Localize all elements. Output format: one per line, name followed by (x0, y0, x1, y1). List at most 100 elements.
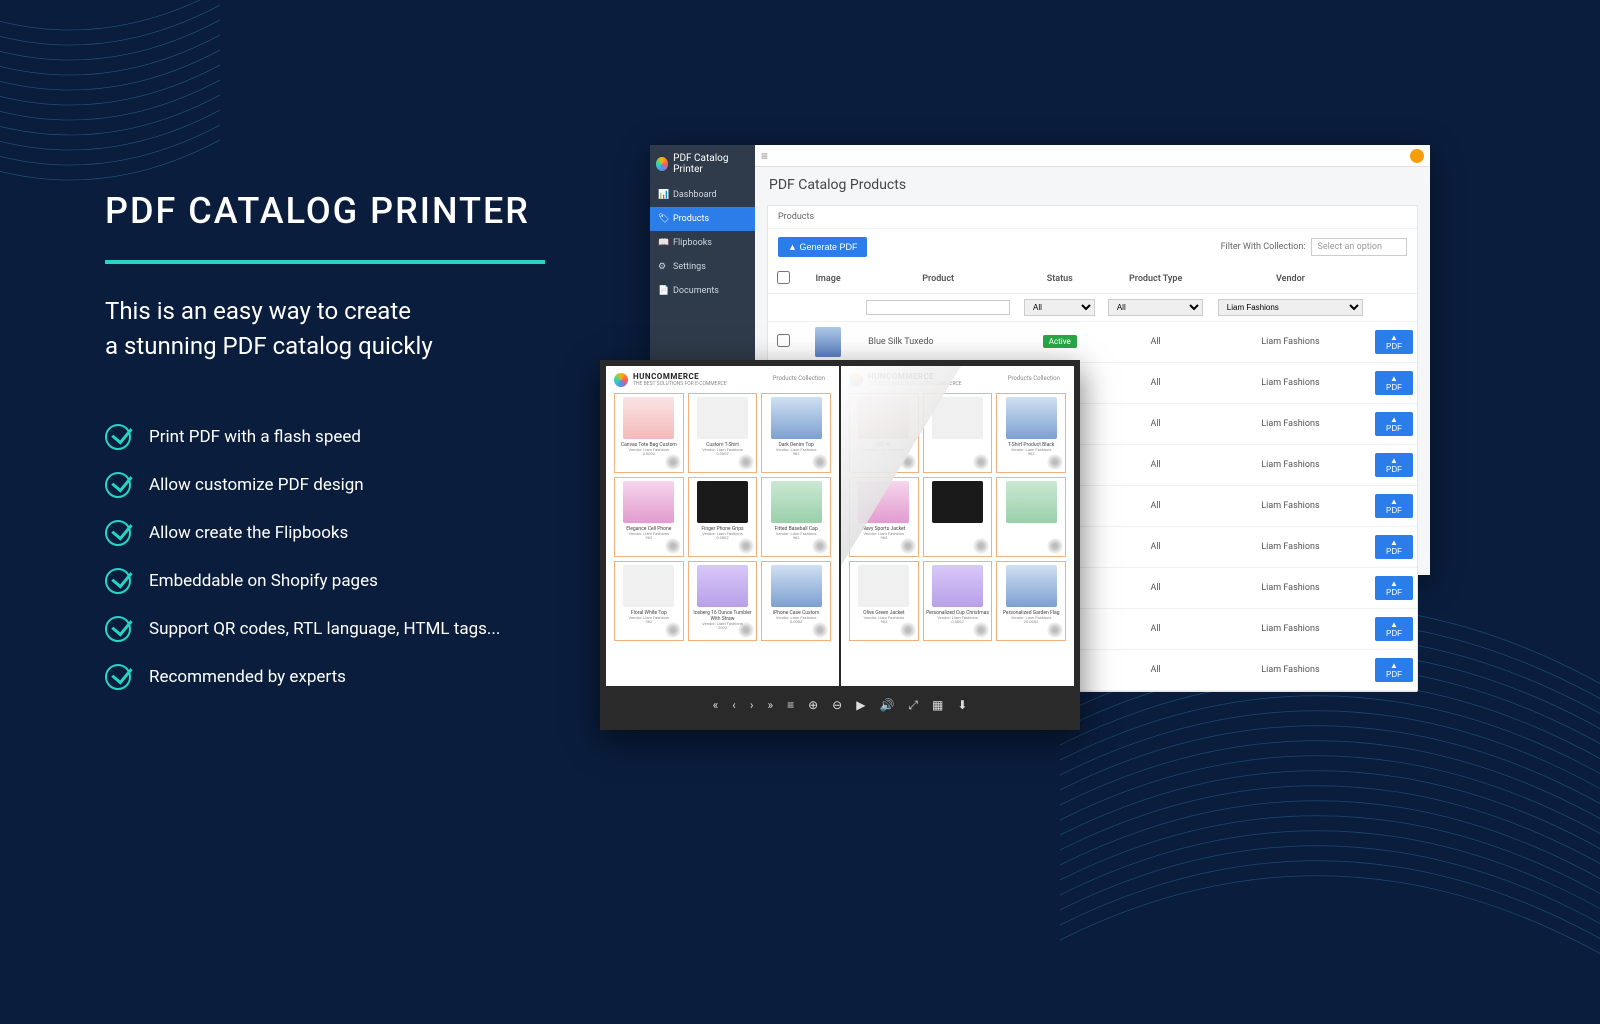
next-icon[interactable]: › (750, 698, 754, 712)
product-type: All (1101, 404, 1210, 445)
sidebar-icon: 🏷 (658, 214, 668, 224)
flipbook-logo-icon (614, 373, 628, 387)
feature-list: Print PDF with a flash speedAllow custom… (105, 424, 605, 690)
zoom-out-icon[interactable]: ⊖ (832, 698, 842, 712)
app-brand-text: PDF Catalog Printer (673, 153, 749, 175)
row-pdf-button[interactable]: ▲ PDF (1375, 617, 1413, 641)
flipbook-left-page: HUNCOMMERCE THE BEST SOLUTIONS FOR E-COM… (606, 366, 839, 686)
feature-text: Allow create the Flipbooks (149, 523, 348, 543)
flipbook-product-image (623, 397, 674, 439)
flipbook-product-card (923, 477, 993, 557)
product-vendor: Liam Fashions (1210, 404, 1371, 445)
filter-label: Filter With Collection: (1221, 242, 1306, 252)
prev-icon[interactable]: ‹ (732, 698, 736, 712)
check-icon (105, 520, 131, 546)
flipbook-product-image (1006, 481, 1057, 523)
flipbook-product-image (697, 397, 748, 439)
first-icon[interactable]: « (713, 698, 719, 712)
toc-icon[interactable]: ≡ (787, 698, 794, 712)
row-pdf-button[interactable]: ▲ PDF (1375, 453, 1413, 477)
sidebar-item-documents[interactable]: 📄Documents (650, 279, 755, 303)
product-vendor: Liam Fashions (1210, 445, 1371, 486)
flipbook-product-image (623, 565, 674, 607)
feature-text: Embeddable on Shopify pages (149, 571, 378, 591)
flipbook-product-card: T-Shirt Product BlackVendor: Liam Fashio… (996, 393, 1066, 473)
flipbook-product-card: Personalized Cup ChristmasVendor: Liam F… (923, 561, 993, 641)
product-type: All (1101, 568, 1210, 609)
row-pdf-button[interactable]: ▲ PDF (1375, 576, 1413, 600)
flipbook-product-card: Finger Phone GripsVendor: Liam Fashions0… (688, 477, 758, 557)
product-vendor: Liam Fashions (1210, 527, 1371, 568)
select-all-checkbox[interactable] (777, 271, 790, 284)
feature-item: Recommended by experts (105, 664, 605, 690)
flipbook-product-card: Custom T-ShirtVendor: Liam Fashions0.000… (688, 393, 758, 473)
feature-text: Print PDF with a flash speed (149, 427, 361, 447)
product-type: All (1101, 322, 1210, 363)
flipbook-product-image (858, 565, 909, 607)
sidebar-icon: 📖 (658, 238, 668, 248)
flipbook-product-card: iPhone Case CustomVendor: Liam Fashions0… (761, 561, 831, 641)
row-pdf-button[interactable]: ▲ PDF (1375, 330, 1413, 354)
feature-text: Recommended by experts (149, 667, 346, 687)
vendor-filter-select[interactable]: Liam Fashions (1218, 299, 1363, 316)
flipbook-product-image (623, 481, 674, 523)
row-pdf-button[interactable]: ▲ PDF (1375, 494, 1413, 518)
sidebar-brand: PDF Catalog Printer (650, 145, 755, 183)
row-pdf-button[interactable]: ▲ PDF (1375, 658, 1413, 682)
product-filter-input[interactable] (866, 300, 1010, 315)
product-thumbnail (815, 327, 841, 357)
sidebar-item-dashboard[interactable]: 📊Dashboard (650, 183, 755, 207)
fullscreen-icon[interactable]: ⤢ (908, 698, 918, 713)
heading-divider (105, 260, 545, 264)
sound-icon[interactable]: 🔊 (879, 698, 894, 712)
product-vendor: Liam Fashions (1210, 568, 1371, 609)
status-filter-select[interactable]: All (1024, 299, 1095, 316)
hamburger-icon[interactable]: ≡ (761, 149, 768, 163)
flipbook-product-image (932, 481, 983, 523)
sidebar-item-settings[interactable]: ⚙Settings (650, 255, 755, 279)
zoom-in-icon[interactable]: ⊕ (808, 698, 818, 712)
row-pdf-button[interactable]: ▲ PDF (1375, 535, 1413, 559)
collection-filter-select[interactable]: Select an option (1311, 238, 1408, 256)
product-type: All (1101, 486, 1210, 527)
product-vendor: Liam Fashions (1210, 609, 1371, 650)
flipbook-product-image (771, 397, 822, 439)
page-title: PDF Catalog Products (755, 167, 1430, 199)
play-icon[interactable]: ▶ (856, 698, 865, 712)
flipbook-product-card: Olive Green JacketVendor: Liam Fashions9… (849, 561, 919, 641)
grid-icon[interactable]: ▦ (932, 698, 943, 712)
flipbook-right-page: HUNCOMMERCE THE BEST SOLUTIONS FOR E-COM… (841, 366, 1074, 686)
flipbook-product-card: Fitted Baseball CapVendor: Liam Fashions… (761, 477, 831, 557)
product-vendor: Liam Fashions (1210, 363, 1371, 404)
col-image: Image (798, 265, 858, 294)
sidebar-items: 📊Dashboard🏷Products📖Flipbooks⚙Settings📄D… (650, 183, 755, 303)
check-icon (105, 664, 131, 690)
download-icon[interactable]: ⬇ (957, 698, 967, 712)
generate-pdf-button[interactable]: ▲ Generate PDF (778, 237, 867, 257)
feature-item: Embeddable on Shopify pages (105, 568, 605, 594)
row-pdf-button[interactable]: ▲ PDF (1375, 371, 1413, 395)
flipbook-product-card: Dark Denim TopVendor: Liam Fashions962 (761, 393, 831, 473)
last-icon[interactable]: » (767, 698, 773, 712)
marketing-copy: PDF CATALOG PRINTER This is an easy way … (105, 190, 605, 712)
type-filter-select[interactable]: All (1108, 299, 1204, 316)
sidebar-icon: 📄 (658, 286, 668, 296)
row-pdf-button[interactable]: ▲ PDF (1375, 412, 1413, 436)
row-checkbox[interactable] (777, 334, 790, 347)
col-product: Product (858, 265, 1018, 294)
sidebar-icon: 📊 (658, 190, 668, 200)
product-vendor: Liam Fashions (1210, 322, 1371, 363)
product-type: All (1101, 650, 1210, 691)
flipbook-product-card: Floral White TopVendor: Liam Fashions962 (614, 561, 684, 641)
flipbook-preview: HUNCOMMERCE THE BEST SOLUTIONS FOR E-COM… (600, 360, 1080, 730)
user-avatar-icon[interactable] (1410, 149, 1424, 163)
content-topbar: ≡ (755, 145, 1430, 167)
feature-item: Allow create the Flipbooks (105, 520, 605, 546)
product-type: All (1101, 445, 1210, 486)
flipbook-tagline: THE BEST SOLUTIONS FOR E-COMMERCE (633, 381, 727, 387)
col-status: Status (1018, 265, 1101, 294)
sidebar-item-products[interactable]: 🏷Products (650, 207, 755, 231)
check-icon (105, 424, 131, 450)
sidebar-item-flipbooks[interactable]: 📖Flipbooks (650, 231, 755, 255)
flipbook-collection-label: Products Collection (773, 375, 825, 382)
